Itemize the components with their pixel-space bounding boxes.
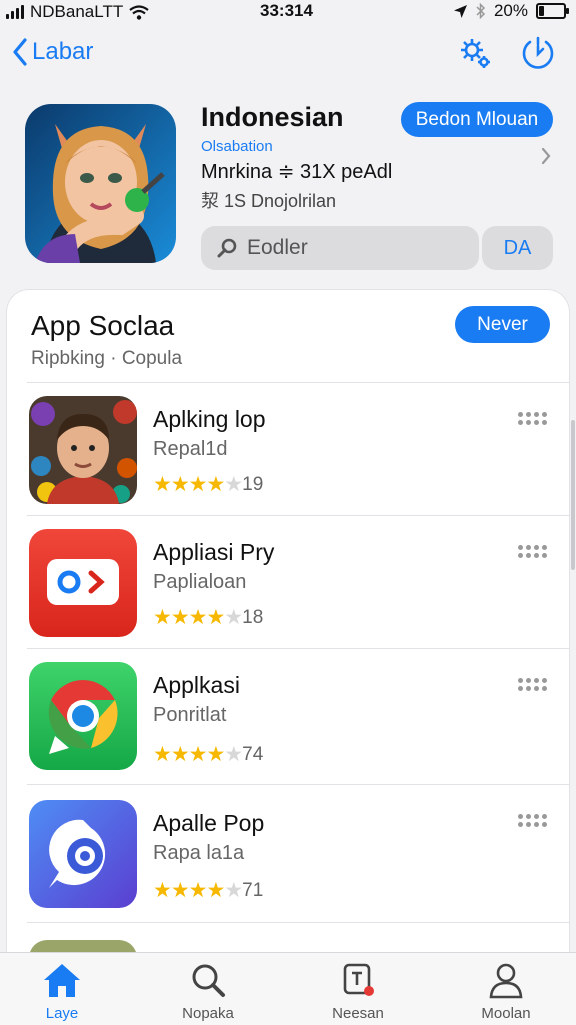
search-action-button[interactable]: DA xyxy=(482,226,553,270)
tab-label: Neesan xyxy=(332,1005,384,1022)
star-rating-icon: ★★★★ xyxy=(153,743,225,766)
app-section-card: App Soclaa Ripbking · Copula Never Aplki… xyxy=(7,290,569,1000)
app-rating: ★★★★ ★ 19 xyxy=(153,473,264,496)
tab-notifications[interactable]: Neesan xyxy=(303,961,413,1022)
tab-label: Moolan xyxy=(481,1005,531,1022)
section-subtitle: Ripbking · Copula xyxy=(31,348,183,369)
notification-badge-icon xyxy=(343,963,374,996)
tab-bar: Laye Nopaka Neesan Moolan xyxy=(0,952,576,1025)
app-developer: Repal1d xyxy=(153,438,228,460)
chevron-right-icon[interactable] xyxy=(540,146,552,171)
location-arrow-icon xyxy=(453,4,467,18)
carrier-label: NDBanaLTT xyxy=(30,2,124,21)
app-icon-portrait xyxy=(29,396,137,504)
more-options-icon[interactable] xyxy=(518,545,547,558)
app-name: Appliasi Pry xyxy=(153,539,275,565)
rating-count: 71 xyxy=(242,879,264,901)
app-name: Aplking lop xyxy=(153,406,266,432)
rating-count: 74 xyxy=(242,743,264,765)
bluetooth-icon xyxy=(476,3,486,19)
battery-icon xyxy=(536,3,569,19)
row-divider xyxy=(27,648,569,649)
search-icon xyxy=(192,964,225,997)
tab-search[interactable]: Nopaka xyxy=(153,961,263,1022)
tab-label: Nopaka xyxy=(182,1005,234,1022)
more-options-icon[interactable] xyxy=(518,814,547,827)
scroll-indicator[interactable] xyxy=(571,420,575,570)
signal-icon xyxy=(6,5,24,19)
app-name: Apalle Pop xyxy=(153,810,265,836)
app-title: Indonesian xyxy=(201,102,344,132)
app-meta-line-2: 洯 1S Dnojolrilan xyxy=(201,191,337,211)
search-icon xyxy=(217,238,237,258)
row-divider xyxy=(27,922,569,923)
app-rating: ★★★★ ★ 74 xyxy=(153,743,264,766)
app-meta-line-1: Mnrkina ≑ 31X peAdl xyxy=(201,161,393,183)
star-rating-icon: ★★★★ xyxy=(153,473,225,496)
app-subtitle[interactable]: Olsabation xyxy=(201,138,273,155)
tab-label: Laye xyxy=(45,1005,79,1022)
more-options-icon[interactable] xyxy=(518,678,547,691)
section-title: App Soclaa xyxy=(31,310,175,341)
search-placeholder: Eodler xyxy=(247,236,308,259)
status-left: NDBanaLTT xyxy=(6,2,149,22)
back-label: Labar xyxy=(32,38,94,65)
app-icon-browser xyxy=(29,662,137,770)
rating-count: 18 xyxy=(242,606,264,628)
list-item[interactable]: Applkasi Ponritlat ★★★★ ★ 74 xyxy=(7,648,569,781)
tab-profile[interactable]: Moolan xyxy=(451,961,561,1022)
rating-count: 19 xyxy=(242,473,264,495)
row-divider xyxy=(27,515,569,516)
status-right: 20% xyxy=(453,1,569,21)
app-rating: ★★★★ ★ 71 xyxy=(153,879,264,902)
list-item[interactable]: Aplking lop Repal1d ★★★★ ★ 19 xyxy=(7,382,569,515)
back-button[interactable]: Labar xyxy=(12,38,93,66)
chevron-left-icon xyxy=(13,38,27,66)
app-hero-icon[interactable] xyxy=(25,104,176,263)
status-time: 33:314 xyxy=(260,1,313,20)
more-options-icon[interactable] xyxy=(518,412,547,425)
app-developer: Rapa la1a xyxy=(153,842,245,864)
row-divider xyxy=(27,382,569,383)
star-rating-icon: ★★★★ xyxy=(153,606,225,629)
app-icon-video xyxy=(29,529,137,637)
battery-percent: 20% xyxy=(493,1,528,20)
list-item[interactable]: Appliasi Pry Paplialoan ★★★★ ★ 18 xyxy=(7,515,569,648)
get-app-button[interactable]: Bedon Mlouan xyxy=(401,102,553,137)
person-icon xyxy=(489,963,523,999)
list-item[interactable]: Apalle Pop Rapa la1a ★★★★ ★ 71 xyxy=(7,784,569,917)
tab-home[interactable]: Laye xyxy=(7,961,117,1022)
row-divider xyxy=(27,784,569,785)
settings-gear-icon[interactable] xyxy=(458,36,492,75)
status-bar: NDBanaLTT 33:314 20% xyxy=(0,0,576,22)
section-action-button[interactable]: Never xyxy=(455,306,550,343)
update-clock-icon[interactable] xyxy=(520,36,556,77)
app-icon-chat xyxy=(29,800,137,908)
app-developer: Paplialoan xyxy=(153,571,247,593)
app-name: Applkasi xyxy=(153,672,240,698)
search-field[interactable]: Eodler xyxy=(201,226,479,270)
home-icon xyxy=(44,964,80,997)
app-developer: Ponritlat xyxy=(153,704,227,726)
star-rating-icon: ★★★★ xyxy=(153,879,225,902)
app-rating: ★★★★ ★ 18 xyxy=(153,606,264,629)
wifi-icon xyxy=(129,4,149,20)
